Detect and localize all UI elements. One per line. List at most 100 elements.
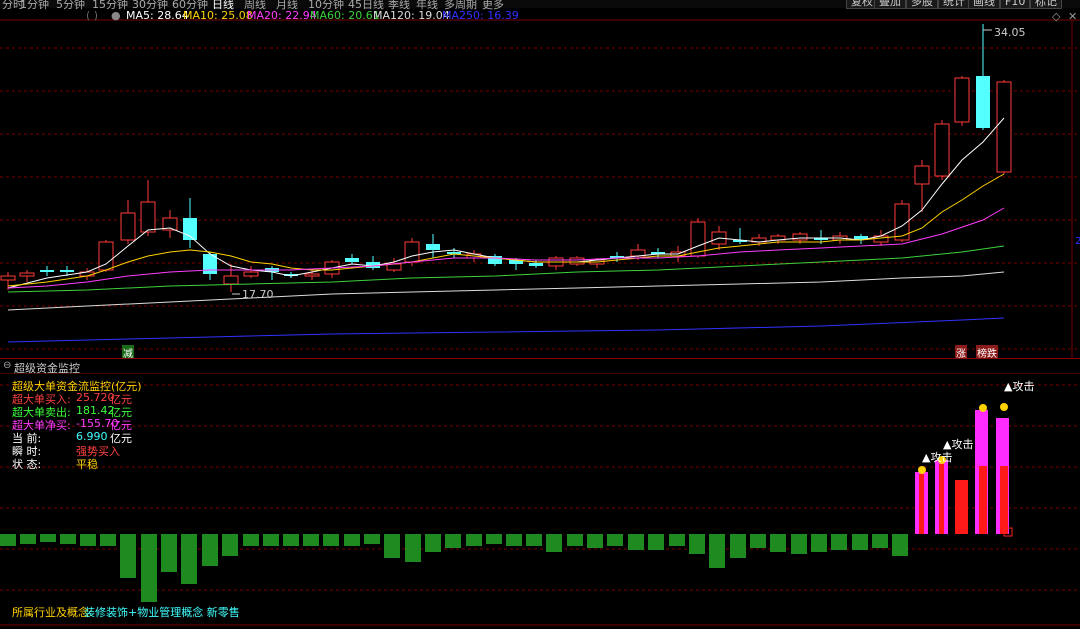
attack-label: ▲攻击	[943, 438, 974, 451]
indicator-bar	[955, 480, 968, 534]
indicator-bar	[20, 534, 36, 544]
ma-legend-item: MA10: 25.08	[183, 9, 253, 22]
indicator-bar	[892, 534, 908, 556]
toolbar-button-2[interactable]: 多股	[906, 0, 938, 9]
candle-body	[996, 81, 1012, 173]
candle-body	[914, 165, 930, 185]
candle-body	[529, 263, 543, 266]
candle-body	[345, 258, 359, 262]
indicator-bar	[730, 534, 746, 558]
indicator-bar	[283, 534, 299, 546]
indicator-inner-bar	[979, 466, 987, 534]
toolbar-button-1[interactable]: 叠加	[874, 0, 906, 9]
ma-legend-item: MA5: 28.64	[126, 9, 189, 22]
ma-line-1	[7, 173, 1005, 287]
candle-body	[569, 257, 585, 265]
indicator-bar	[770, 534, 786, 552]
tab-period-3[interactable]: 15分钟	[92, 0, 128, 12]
indicator-bar	[567, 534, 583, 546]
attack-dot	[918, 466, 926, 474]
indicator-bar	[872, 534, 888, 548]
ma-legend-item: MA60: 20.61	[310, 9, 380, 22]
indicator-bar	[323, 534, 339, 546]
indicator-bar	[100, 534, 116, 546]
indicator-header	[0, 358, 1080, 373]
indicator-bar	[506, 534, 522, 546]
indicator-row-value: 平稳	[76, 458, 98, 471]
indicator-bar	[425, 534, 441, 552]
tab-period-1[interactable]: 1分钟	[20, 0, 49, 12]
candle-body	[120, 212, 136, 241]
indicator-bar	[364, 534, 380, 544]
attack-label: ▲攻击	[1004, 380, 1035, 393]
ma-legend-item: MA250: 16.39	[442, 9, 519, 22]
toolbar-button-6[interactable]: 标记	[1030, 0, 1062, 9]
candle-body	[954, 77, 970, 123]
attack-dot	[1000, 403, 1008, 411]
kline-chart[interactable]	[0, 0, 1080, 629]
candle-body	[0, 275, 16, 281]
indicator-bar	[811, 534, 827, 552]
ma-legend-item: MA120: 19.04	[373, 9, 450, 22]
candle-body	[934, 123, 950, 177]
indicator-bar	[202, 534, 218, 566]
ma-line-3	[7, 245, 1005, 293]
indicator-bar	[344, 534, 360, 546]
indicator-bar	[303, 534, 319, 546]
ma-line-5	[7, 317, 1005, 343]
indicator-bar	[709, 534, 725, 568]
candle-body	[140, 201, 156, 233]
indicator-bar	[243, 534, 259, 546]
indicator-bar	[80, 534, 96, 546]
candle-body	[183, 218, 197, 240]
indicator-inner-bar	[919, 474, 924, 534]
indicator-bar	[445, 534, 461, 548]
indicator-bar	[222, 534, 238, 556]
indicator-inner-bar	[1000, 466, 1008, 534]
indicator-bar	[669, 534, 685, 546]
industry-value: 装修装饰+物业管理概念 新零售	[84, 606, 240, 619]
indicator-row-label: 状 态:	[12, 458, 42, 471]
indicator-bar	[852, 534, 868, 550]
candle-body	[976, 76, 990, 128]
collapse-icon[interactable]: ⊖	[3, 360, 11, 371]
ma-legend-item: MA20: 22.94	[247, 9, 317, 22]
indicator-bar	[384, 534, 400, 558]
indicator-bar	[263, 534, 279, 546]
indicator-row-value: 6.990	[76, 430, 108, 443]
diamond-icon[interactable]: ◇	[1052, 10, 1060, 23]
indicator-bar	[831, 534, 847, 550]
candle-body	[792, 233, 808, 241]
indicator-bar	[750, 534, 766, 548]
indicator-row-value: 25.720	[76, 391, 115, 404]
candle-body	[426, 244, 440, 250]
high-price-label: 34.05	[994, 26, 1026, 39]
indicator-bar	[607, 534, 623, 546]
candle-body	[404, 241, 420, 263]
indicator-bar	[791, 534, 807, 554]
indicator-bar	[40, 534, 56, 542]
toolbar-button-3[interactable]: 统计	[938, 0, 970, 9]
indicator-bar	[689, 534, 705, 554]
tab-period-2[interactable]: 5分钟	[56, 0, 85, 12]
indicator-bar	[526, 534, 542, 546]
close-icon[interactable]: ✕	[1068, 10, 1077, 23]
attack-dot	[979, 404, 987, 412]
right-edge-mark: 2	[1075, 236, 1080, 247]
candle-body	[19, 272, 35, 277]
industry-label: 所属行业及概念:	[12, 606, 93, 619]
indicator-row-value: 181.42	[76, 404, 115, 417]
candle-body	[243, 271, 259, 277]
indicator-title[interactable]: 超级资金监控	[14, 360, 80, 376]
chart-window: ( ) ● 34.05 17.70 减 涨 榜跌 2 ⊖ 超级资金监控 超级大单…	[0, 0, 1080, 629]
toolbar-button-5[interactable]: F10	[1000, 0, 1031, 9]
indicator-bar	[181, 534, 197, 584]
indicator-bar	[466, 534, 482, 546]
indicator-bar	[486, 534, 502, 544]
indicator-bar	[587, 534, 603, 548]
indicator-bar	[405, 534, 421, 562]
toolbar-button-4[interactable]: 画线	[968, 0, 1000, 9]
indicator-bar	[120, 534, 136, 578]
indicator-bar	[161, 534, 177, 572]
indicator-bar	[141, 534, 157, 602]
